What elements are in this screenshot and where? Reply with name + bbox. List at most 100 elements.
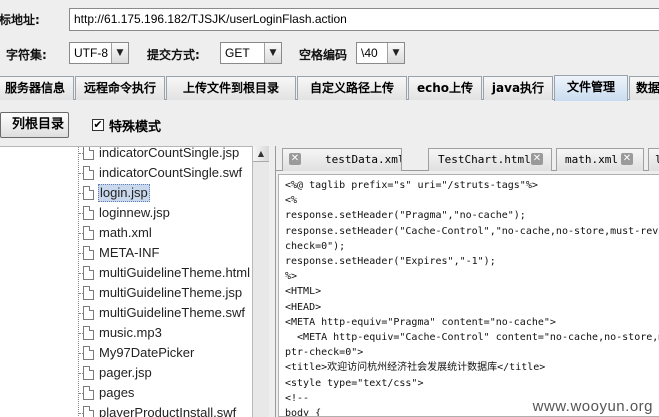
code-line: %> [285, 271, 298, 283]
charset-value: UTF-8 [74, 46, 108, 60]
tree-scrollbar[interactable]: ▲ [252, 146, 269, 417]
tree-item-name: multiGuidelineTheme.swf [99, 305, 245, 320]
tree-item-name: math.xml [99, 225, 152, 240]
tree-item[interactable]: loginnew.jsp [0, 203, 252, 223]
chevron-down-icon[interactable]: ▼ [111, 43, 128, 63]
editor-pane: ✕ testData.xml TestChart.html ✕ math.xml… [275, 146, 659, 417]
tree-item-name: indicatorCountSingle.swf [99, 165, 243, 180]
tree-item[interactable]: math.xml [0, 223, 252, 243]
tree-item[interactable]: multiGuidelineTheme.jsp [0, 283, 252, 303]
list-root-button[interactable]: 列根目录 [0, 112, 69, 138]
tree-item-name: music.mp3 [99, 325, 162, 340]
code-line: <title>欢迎访问杭州经济社会发展统计数据库</title> [285, 362, 546, 374]
tree-item-name: indicatorCountSingle.jsp [99, 146, 240, 160]
tab-java-exec[interactable]: java执行 [483, 76, 553, 100]
chevron-down-icon[interactable]: ▼ [264, 43, 281, 63]
special-mode-checkbox[interactable]: ✔ [92, 119, 104, 131]
code-line: check=0"); [285, 240, 346, 252]
tree-item[interactable]: multiGuidelineTheme.swf [0, 303, 252, 323]
space-encoding-select[interactable]: \40 ▼ [356, 42, 405, 64]
tree-item-name: pages [99, 385, 135, 400]
tab-server-info[interactable]: 服务器信息 [0, 76, 74, 100]
tab-echo-upload[interactable]: echo上传 [408, 76, 482, 100]
file-icon [83, 346, 94, 360]
tab-remote-command[interactable]: 远程命令执行 [75, 76, 165, 100]
main-tab-bar: 服务器信息 远程命令执行 上传文件到根目录 自定义路径上传 echo上传 jav… [0, 75, 659, 101]
tab-file-manager[interactable]: 文件管理 [554, 75, 628, 101]
close-icon[interactable]: ✕ [289, 153, 301, 165]
tree-item-name: pager.jsp [99, 365, 152, 380]
code-line: <style type="text/css"> [285, 377, 424, 389]
tree-item-selected[interactable]: login.jsp [0, 183, 252, 203]
file-icon [83, 326, 94, 340]
code-line: response.setHeader("Cache-Control","no-c… [285, 225, 659, 237]
file-icon [83, 366, 94, 380]
code-line: response.setHeader("Pragma","no-cache"); [285, 210, 526, 222]
tree-item[interactable]: music.mp3 [0, 323, 252, 343]
file-tree[interactable]: indicatorCountSingle.jsp indicatorCountS… [0, 146, 252, 417]
code-line: <HEAD> [285, 301, 322, 313]
editor-tab-testdata[interactable]: ✕ testData.xml [282, 148, 402, 171]
editor-tab-label: l [655, 149, 659, 170]
editor-tab-label: TestChart.html [438, 153, 531, 166]
tree-item[interactable]: playerProductInstall.swf [0, 403, 252, 417]
code-line: <% [285, 195, 298, 207]
file-icon [83, 406, 94, 417]
file-icon [83, 386, 94, 400]
scroll-up-arrow-icon[interactable]: ▲ [253, 146, 269, 162]
tree-item[interactable]: META-INF [0, 243, 252, 263]
code-line: response.setHeader("Expires","-1"); [285, 256, 496, 268]
tree-item[interactable]: pager.jsp [0, 363, 252, 383]
target-url-input[interactable]: http://61.175.196.182/TJSJK/userLoginFla… [69, 8, 659, 31]
file-icon [83, 286, 94, 300]
tab-upload-root[interactable]: 上传文件到根目录 [166, 76, 296, 100]
file-icon [83, 166, 94, 180]
code-line: <HTML> [285, 286, 322, 298]
editor-tab-bar: ✕ testData.xml TestChart.html ✕ math.xml… [276, 146, 659, 171]
url-label: 目标地址: [0, 13, 40, 27]
code-line: <%@ taglib prefix="s" uri="/struts-tags"… [285, 180, 538, 191]
tree-item[interactable]: indicatorCountSingle.swf [0, 163, 252, 183]
file-icon [83, 226, 94, 240]
space-encoding-value: \40 [361, 46, 378, 60]
tree-item-name: playerProductInstall.swf [99, 405, 237, 417]
tree-item[interactable]: pages [0, 383, 252, 403]
file-icon [83, 186, 94, 200]
code-line: ptr-check=0"> [285, 347, 364, 359]
file-icon [83, 206, 94, 220]
method-value: GET [225, 46, 250, 60]
file-icon [83, 147, 94, 160]
editor-tab-label: math.xml [565, 153, 618, 166]
editor-tab-login[interactable]: l [648, 148, 659, 171]
tab-custom-path-upload[interactable]: 自定义路径上传 [297, 76, 407, 100]
editor-tab-testchart[interactable]: TestChart.html ✕ [428, 148, 552, 171]
close-icon[interactable]: ✕ [531, 153, 543, 165]
tree-item-name: loginnew.jsp [99, 205, 170, 220]
file-icon [83, 246, 94, 260]
method-select[interactable]: GET ▼ [220, 42, 282, 64]
code-editor[interactable]: <%@ taglib prefix="s" uri="/struts-tags"… [278, 174, 659, 417]
file-icon [83, 266, 94, 280]
tab-database[interactable]: 数据 [629, 76, 659, 100]
close-icon[interactable]: ✕ [621, 153, 633, 165]
tree-item[interactable]: My97DatePicker [0, 343, 252, 363]
file-icon [83, 306, 94, 320]
watermark: www.wooyun.org [532, 398, 653, 415]
charset-select[interactable]: UTF-8 ▼ [69, 42, 129, 64]
code-line: <META http-equiv="Pragma" content="no-ca… [285, 316, 556, 328]
chevron-down-icon[interactable]: ▼ [387, 43, 404, 63]
tree-item-name: My97DatePicker [99, 345, 195, 360]
editor-tab-label: testData.xml [325, 153, 402, 166]
code-line: <META http-equiv="Cache-Control" content… [285, 332, 659, 344]
method-label: 提交方式: [147, 48, 200, 62]
special-mode-label: 特殊模式 [109, 120, 162, 135]
url-row: 目标地址: http://61.175.196.182/TJSJK/userLo… [0, 0, 659, 38]
space-encoding-label: 空格编码 [299, 48, 348, 62]
tree-item-name: multiGuidelineTheme.html [99, 265, 251, 280]
tree-item-name: multiGuidelineTheme.jsp [99, 285, 243, 300]
editor-tab-math[interactable]: math.xml ✕ [556, 148, 644, 171]
tree-item[interactable]: indicatorCountSingle.jsp [0, 146, 252, 163]
tree-item-name: META-INF [99, 245, 160, 260]
tree-item[interactable]: multiGuidelineTheme.html [0, 263, 252, 283]
tree-item-name: login.jsp [98, 184, 150, 202]
